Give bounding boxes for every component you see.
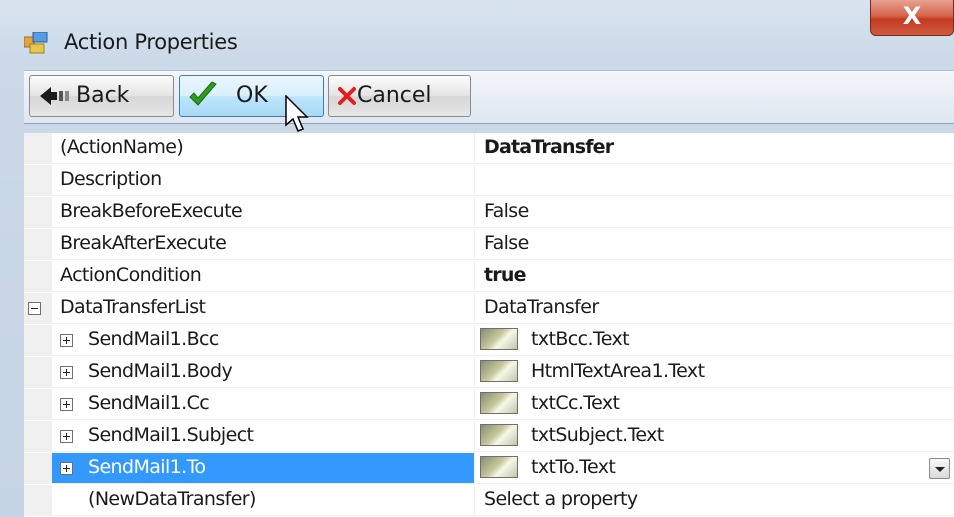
mouse-cursor-icon [285, 95, 309, 132]
minus-box-icon[interactable] [28, 302, 41, 315]
property-value: False [484, 200, 529, 222]
red-x-icon [338, 87, 356, 105]
plus-box-icon[interactable] [60, 430, 73, 443]
property-row-actionname[interactable]: (ActionName) DataTransfer [24, 133, 954, 164]
item-thumbnail-icon [480, 392, 518, 414]
property-row-sendmail-cc[interactable]: SendMail1.Cc txtCc.Text [24, 389, 954, 420]
property-value: DataTransfer [484, 136, 614, 158]
property-value: HtmlTextArea1.Text [531, 360, 705, 382]
property-row-actioncondition[interactable]: ActionCondition true [24, 261, 954, 292]
property-row-breakafterexecute[interactable]: BreakAfterExecute False [24, 229, 954, 260]
plus-box-icon[interactable] [60, 366, 73, 379]
property-row-newdatatransfer[interactable]: (NewDataTransfer) Select a property [24, 485, 954, 516]
title-bar: Action Properties X [0, 0, 954, 70]
property-name: Description [60, 168, 162, 190]
property-value: False [484, 232, 529, 254]
plus-box-icon[interactable] [60, 462, 73, 475]
app-icon [24, 32, 48, 54]
cancel-button[interactable]: Cancel [328, 75, 471, 117]
toolbar: Back OK Cancel [24, 70, 954, 124]
property-value: txtBcc.Text [531, 328, 630, 350]
property-name: SendMail1.Cc [88, 392, 210, 414]
property-name: SendMail1.Subject [88, 424, 254, 446]
item-thumbnail-icon [480, 456, 518, 478]
property-name: ActionCondition [60, 264, 202, 286]
property-name: SendMail1.To [88, 456, 206, 478]
property-grid: (ActionName) DataTransfer Description Br… [24, 133, 954, 517]
window-title: Action Properties [64, 30, 238, 54]
plus-box-icon[interactable] [60, 334, 73, 347]
close-icon: X [902, 2, 922, 30]
item-thumbnail-icon [480, 360, 518, 382]
property-row-description[interactable]: Description [24, 165, 954, 196]
property-name: SendMail1.Body [88, 360, 233, 382]
property-value: txtSubject.Text [531, 424, 664, 446]
plus-box-icon[interactable] [60, 398, 73, 411]
property-name: (ActionName) [60, 136, 184, 158]
property-row-sendmail-to[interactable]: SendMail1.To txtTo.Text [24, 453, 954, 484]
property-name: (NewDataTransfer) [88, 488, 256, 510]
ok-button-label: OK [236, 83, 268, 108]
property-value: DataTransfer [484, 296, 599, 318]
cancel-button-label: Cancel [357, 83, 432, 108]
property-value: true [484, 264, 526, 286]
arrow-back-icon [40, 87, 69, 105]
action-properties-window: Action Properties X Back OK Cancel (Acti… [0, 0, 954, 517]
property-row-sendmail-body[interactable]: SendMail1.Body HtmlTextArea1.Text [24, 357, 954, 388]
property-row-datatransferlist[interactable]: DataTransferList DataTransfer [24, 293, 954, 324]
close-button[interactable]: X [870, 0, 954, 36]
property-value: txtTo.Text [531, 456, 616, 478]
property-row-breakbeforeexecute[interactable]: BreakBeforeExecute False [24, 197, 954, 228]
property-name: DataTransferList [60, 296, 206, 318]
property-row-sendmail-bcc[interactable]: SendMail1.Bcc txtBcc.Text [24, 325, 954, 356]
property-name: BreakBeforeExecute [60, 200, 243, 222]
property-name: SendMail1.Bcc [88, 328, 219, 350]
back-button[interactable]: Back [29, 75, 174, 117]
item-thumbnail-icon [480, 424, 518, 446]
back-button-label: Back [76, 83, 130, 108]
dropdown-arrow-icon[interactable] [929, 458, 950, 479]
property-name: BreakAfterExecute [60, 232, 227, 254]
green-checkmark-icon [189, 81, 217, 106]
property-row-sendmail-subject[interactable]: SendMail1.Subject txtSubject.Text [24, 421, 954, 452]
property-value: Select a property [484, 488, 638, 510]
property-value: txtCc.Text [531, 392, 620, 414]
item-thumbnail-icon [480, 328, 518, 350]
